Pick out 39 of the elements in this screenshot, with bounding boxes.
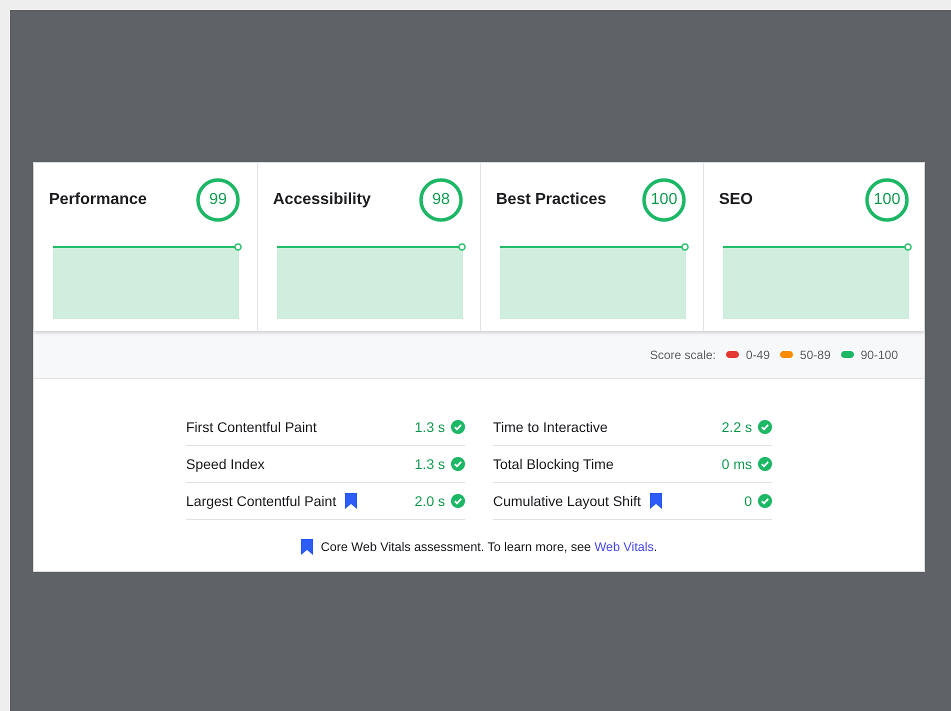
metric-value: 1.3 s [414,418,445,436]
metric-value: 2.0 s [414,492,445,510]
bookmark-icon [345,493,358,509]
check-icon [758,457,772,471]
score-ring [641,177,687,223]
category-title: Best Practices [496,190,606,210]
check-icon [758,494,772,508]
check-icon [451,420,465,434]
metric-name: First Contentful Paint [186,418,317,436]
metric-name: Time to Interactive [493,418,608,436]
web-vitals-link[interactable]: Web Vitals [594,540,654,554]
bookmark-icon [300,539,313,556]
metric-value: 0 [744,492,752,510]
scale-range: 90-100 [860,346,898,364]
score-value: 99 [209,190,227,210]
scale-range: 50-89 [800,346,831,364]
category-title: Performance [49,190,147,210]
score-value: 100 [650,190,678,210]
score-ring [864,177,910,223]
footnote-text: Core Web Vitals assessment. To learn more, see Web Vitals. [320,539,658,556]
check-icon [758,420,772,434]
category-title: Accessibility [273,190,371,210]
check-icon [451,457,465,471]
metric-value: 1.3 s [414,454,445,474]
metric-value: 2.2 s [722,418,752,436]
metric-name: Largest Contentful Paint [186,492,336,511]
bookmark-icon [650,493,662,509]
scale-range: 0-49 [746,346,770,364]
score-value: 100 [874,190,900,210]
metric-name: Total Blocking Time [493,454,614,474]
score-ring [195,177,241,223]
score-value: 98 [432,190,450,210]
metric-name: Cumulative Layout Shift [493,492,641,511]
metric-name: Speed Index [186,454,265,474]
score-ring [418,177,464,223]
metric-value: 0 ms [722,454,752,474]
score-scale-label: Score scale: [650,346,716,364]
check-icon [451,494,465,508]
category-title: SEO [719,190,753,210]
